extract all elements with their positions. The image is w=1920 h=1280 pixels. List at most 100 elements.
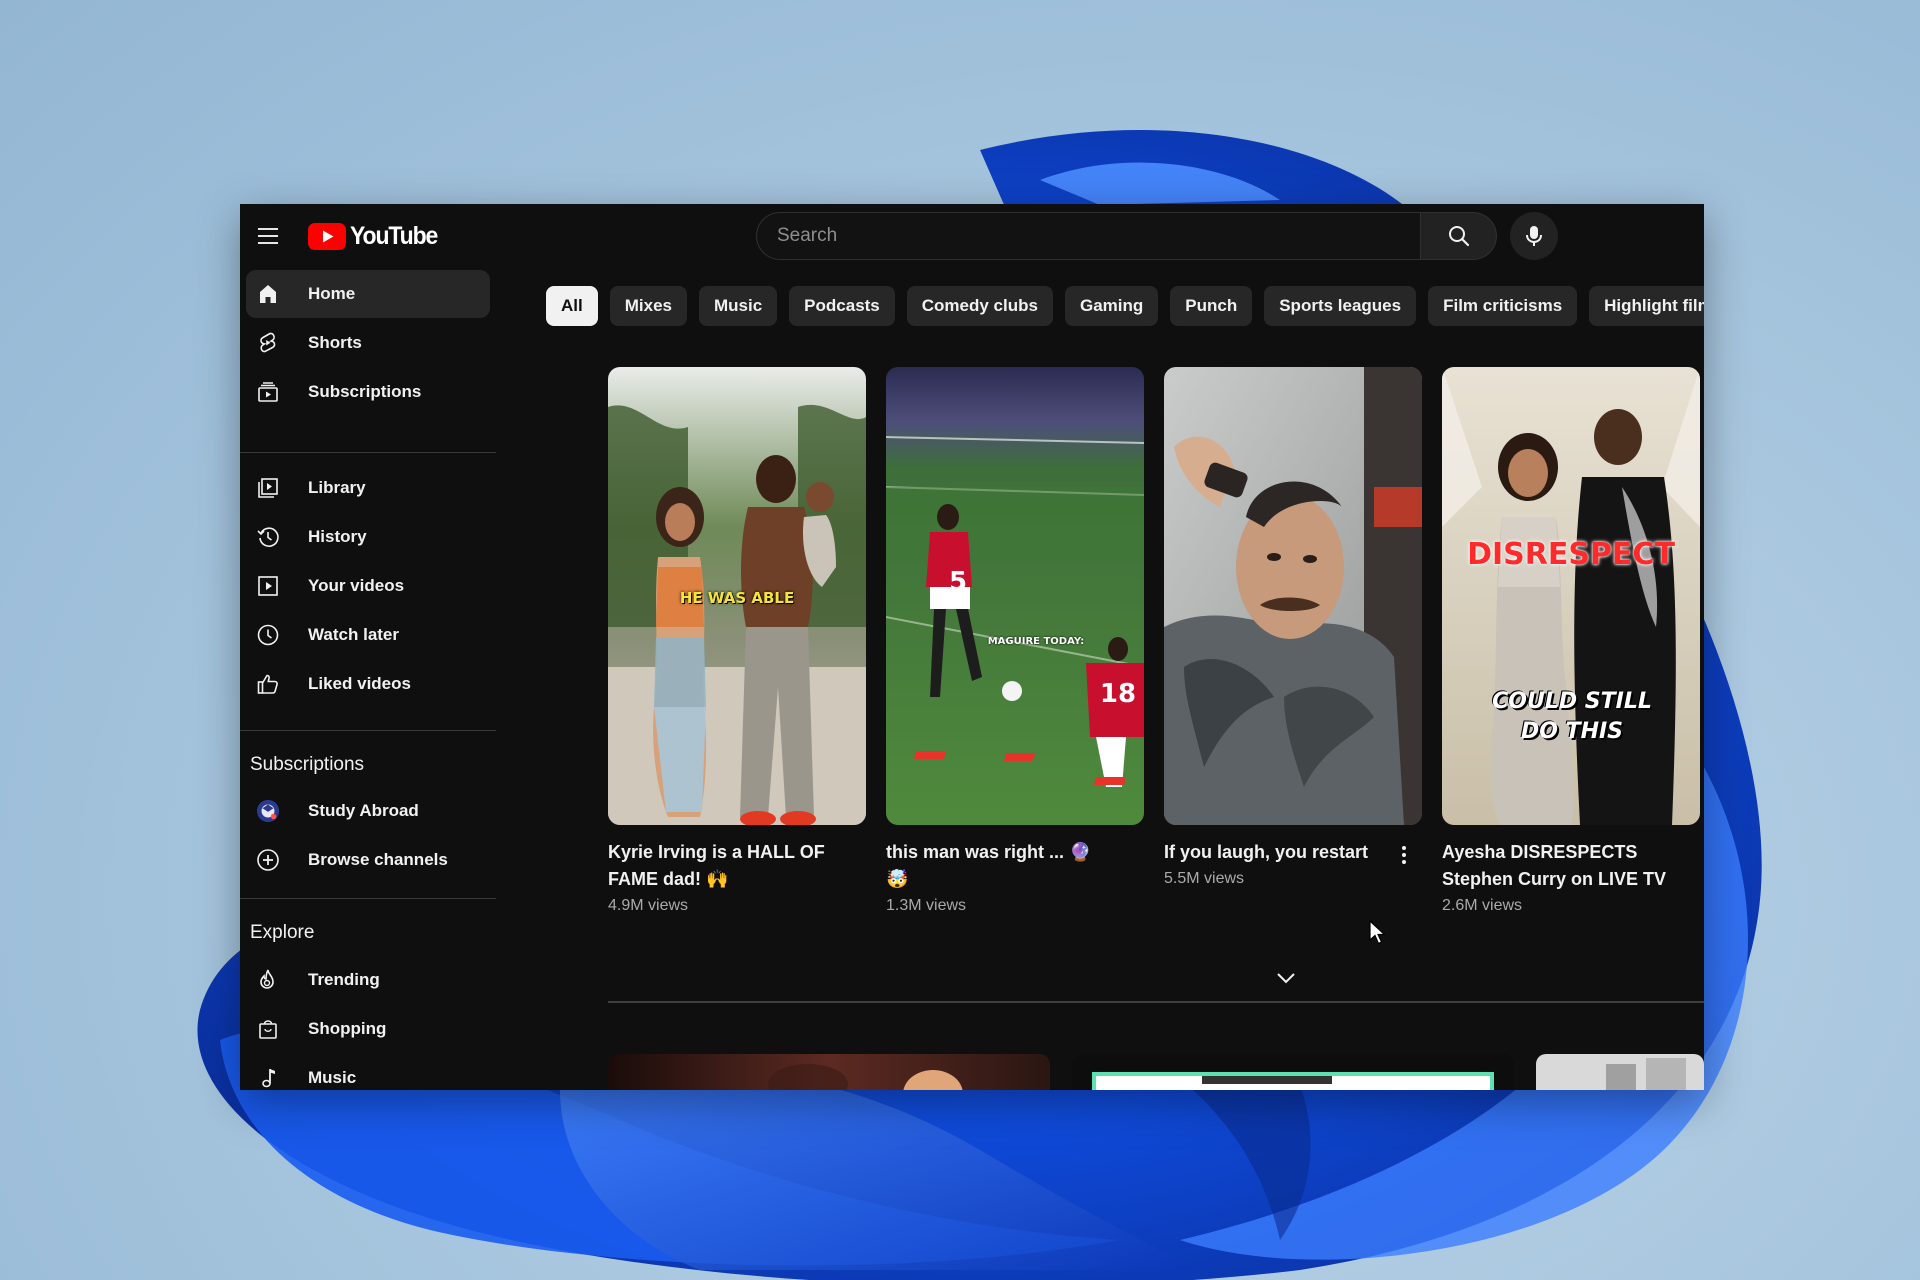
sidebar-item-library[interactable]: Library	[246, 464, 490, 512]
subscriptions-section-title: Subscriptions	[250, 754, 365, 775]
channel-avatar	[256, 799, 280, 823]
sidebar-item-music[interactable]: Music	[246, 1054, 490, 1090]
short-views: 4.9M views	[608, 897, 689, 914]
video-thumbnail[interactable]	[1536, 1054, 1704, 1090]
sidebar-item-watch-later[interactable]: Watch later	[246, 611, 490, 659]
chip-highlight-films[interactable]: Highlight films	[1589, 286, 1704, 326]
sidebar-item-label: Study Abroad	[308, 801, 419, 820]
more-dot	[1402, 860, 1406, 864]
history-icon	[256, 525, 280, 549]
sidebar-item-subscriptions[interactable]: Subscriptions	[246, 368, 490, 416]
short-card[interactable]: 5 18 MAGUIRE TODAY: this man was right .…	[886, 367, 1144, 915]
sidebar-divider	[240, 898, 496, 899]
sidebar-item-trending[interactable]: Trending	[246, 956, 490, 1004]
sidebar-item-history[interactable]: History	[246, 513, 490, 561]
short-title[interactable]: this man was right ... 🔮 🤯	[886, 839, 1116, 893]
thumbnail-overlay-text: MAGUIRE TODAY:	[987, 636, 1085, 647]
short-views: 1.3M views	[886, 897, 967, 914]
show-more-button[interactable]	[1272, 964, 1300, 992]
subscriptions-icon	[256, 380, 280, 404]
thumbnail-overlay-text: DISRESPECT	[1467, 537, 1675, 572]
chip-mixes[interactable]: Mixes	[609, 286, 687, 326]
your-videos-icon	[256, 574, 280, 598]
sidebar-item-your-videos[interactable]: Your videos	[246, 562, 490, 610]
short-thumbnail[interactable]: DISRESPECT COULD STILL DO THIS	[1442, 367, 1700, 825]
masthead: YouTube	[240, 204, 1704, 268]
shelf-divider	[608, 1001, 1704, 1003]
sidebar-divider	[240, 730, 496, 731]
short-thumbnail[interactable]	[1164, 367, 1422, 825]
short-title[interactable]: Kyrie Irving is a HALL OF FAME dad! 🙌	[608, 839, 838, 893]
thumbnail-image	[1442, 367, 1700, 825]
short-card[interactable]: If you laugh, you restart 5.5M views	[1164, 367, 1422, 888]
chip-film-criticisms[interactable]: Film criticisms	[1428, 286, 1578, 326]
short-views: 2.6M views	[1442, 897, 1523, 914]
sidebar-item-label: Music	[308, 1068, 357, 1087]
sidebar: Home Shorts Subscriptions Library Histor…	[240, 268, 498, 1090]
sidebar-item-label: Liked videos	[308, 674, 411, 693]
home-icon	[256, 282, 280, 306]
short-title[interactable]: If you laugh, you restart	[1164, 839, 1384, 866]
sidebar-item-label: Trending	[308, 970, 380, 989]
thumbnail-image	[768, 1064, 963, 1090]
thumbnail-image	[886, 367, 1144, 825]
thumbnail-overlay-text: COULD STILL DO THIS	[1492, 689, 1652, 744]
shopping-bag-icon	[256, 1017, 280, 1041]
menu-bar-middle	[258, 235, 278, 237]
search-input[interactable]	[756, 212, 1421, 260]
chip-comedy-clubs[interactable]: Comedy clubs	[906, 286, 1053, 326]
youtube-window: YouTube Home	[240, 204, 1704, 1090]
search-button[interactable]	[1421, 212, 1497, 260]
sidebar-item-study-abroad[interactable]: Study Abroad	[246, 787, 490, 835]
sidebar-item-shorts[interactable]: Shorts	[246, 319, 490, 367]
sidebar-item-label: Shopping	[308, 1019, 387, 1038]
chevron-down-icon	[1277, 973, 1295, 984]
more-dot	[1402, 846, 1406, 850]
chip-punch[interactable]: Punch	[1170, 286, 1253, 326]
sidebar-item-label: Home	[308, 284, 356, 303]
voice-search-button[interactable]	[1510, 212, 1558, 260]
video-thumbnail[interactable]	[608, 1054, 1050, 1090]
sidebar-item-liked-videos[interactable]: Liked videos	[246, 660, 490, 708]
trending-icon	[256, 968, 280, 992]
sidebar-item-shopping[interactable]: Shopping	[246, 1005, 490, 1053]
more-actions-icon[interactable]	[1392, 841, 1416, 869]
sidebar-item-label: Subscriptions	[308, 382, 422, 401]
sidebar-item-browse-channels[interactable]: Browse channels	[246, 836, 490, 884]
music-note-icon	[256, 1066, 280, 1090]
thumbnail-image	[1164, 367, 1422, 825]
sidebar-item-label: Browse channels	[308, 850, 448, 869]
search-icon	[1448, 226, 1469, 247]
short-card[interactable]: DISRESPECT COULD STILL DO THIS Ayesha DI…	[1442, 367, 1700, 915]
chip-podcasts[interactable]: Podcasts	[789, 286, 895, 326]
jersey-number: 18	[1099, 679, 1137, 709]
youtube-logo[interactable]: YouTube	[308, 222, 445, 251]
library-icon	[256, 476, 280, 500]
thumbs-up-icon	[256, 672, 280, 696]
chip-sports-leagues[interactable]: Sports leagues	[1264, 286, 1417, 326]
logo-wordmark: YouTube	[350, 222, 438, 250]
sidebar-item-label: History	[308, 527, 367, 546]
short-title[interactable]: Ayesha DISRESPECTS Stephen Curry on LIVE…	[1442, 839, 1692, 893]
thumbnail-overlay-text: HE WAS ABLE	[679, 589, 795, 607]
menu-button[interactable]	[252, 220, 284, 252]
short-thumbnail[interactable]: HE WAS ABLE	[608, 367, 866, 825]
jersey-number: 5	[948, 567, 968, 597]
short-thumbnail[interactable]: 5 18 MAGUIRE TODAY:	[886, 367, 1144, 825]
watch-later-icon	[256, 623, 280, 647]
short-views: 5.5M views	[1164, 870, 1245, 887]
mouse-cursor-icon	[1369, 920, 1387, 945]
sidebar-item-label: Shorts	[308, 333, 362, 352]
add-circle-icon	[256, 848, 280, 872]
more-dot	[1402, 853, 1406, 857]
video-thumbnail[interactable]	[1072, 1054, 1514, 1090]
short-card[interactable]: HE WAS ABLE Kyrie Irving is a HALL OF FA…	[608, 367, 866, 915]
menu-bar-top	[258, 228, 278, 230]
youtube-play-icon	[308, 223, 346, 250]
chip-gaming[interactable]: Gaming	[1064, 286, 1159, 326]
chip-music[interactable]: Music	[698, 286, 778, 326]
filter-chips-bar: All Mixes Music Podcasts Comedy clubs Ga…	[546, 286, 1704, 326]
sidebar-item-label: Library	[308, 478, 366, 497]
chip-all[interactable]: All	[546, 286, 598, 326]
sidebar-item-home[interactable]: Home	[246, 270, 490, 318]
